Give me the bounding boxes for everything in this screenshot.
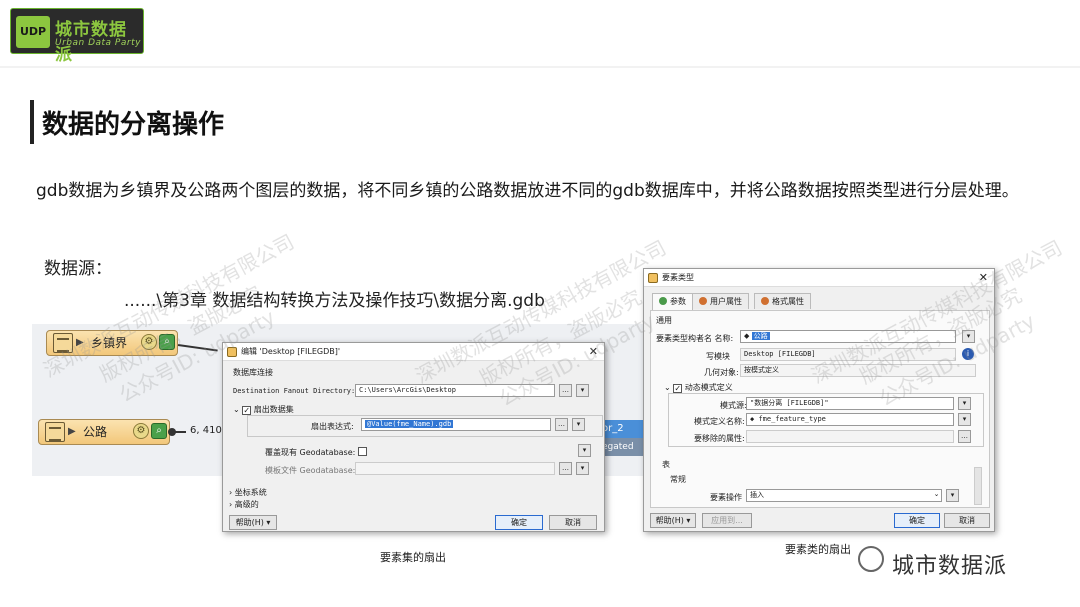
gear-icon[interactable]: ⚙ xyxy=(141,334,157,350)
overwrite-label: 覆盖现有 Geodatabase: xyxy=(265,447,367,458)
schema-def-label: 模式定义名称: xyxy=(694,417,745,426)
writer-label: 写模块 xyxy=(706,352,730,361)
geometry-label: 几何对象: xyxy=(704,368,739,377)
fanout-checkbox[interactable]: ✓ xyxy=(242,406,252,415)
general-section: 通用 xyxy=(656,316,672,325)
fanout-expr-input[interactable]: @Value(fme_Name).gdb xyxy=(361,418,551,431)
scrollbar[interactable] xyxy=(974,467,982,505)
schema-source-label: 模式源: xyxy=(720,401,747,410)
schema-def-input[interactable]: ◆ fme_feature_type xyxy=(746,413,954,426)
writer-icon xyxy=(227,347,237,357)
name-label: 要素类型构者名 名称: xyxy=(656,334,734,343)
fanout-expr-label: 扇出表达式: xyxy=(311,422,354,431)
feature-count: 6, 410 xyxy=(190,425,222,436)
dynamic-checkbox[interactable]: ✓ xyxy=(673,384,683,393)
dropdown-button[interactable]: ▾ xyxy=(576,384,589,397)
title-accent-bar xyxy=(30,100,34,144)
feature-type-road[interactable]: ▶ 公路 ⚙ ⌕ xyxy=(38,419,170,445)
ok-button[interactable]: 确定 xyxy=(894,513,940,528)
cancel-button[interactable]: 取消 xyxy=(549,515,597,530)
slide-description: gdb数据为乡镇界及公路两个图层的数据，将不同乡镇的公路数据放进不同的gdb数据… xyxy=(36,181,1019,201)
inspect-icon[interactable]: ⌕ xyxy=(151,423,167,439)
ignore-attr-input[interactable] xyxy=(746,430,954,443)
chevron-down-icon[interactable]: ⌄ xyxy=(930,489,943,502)
dropdown-button[interactable]: ▾ xyxy=(958,397,971,410)
fanout-toggle[interactable]: ⌄ ✓ 扇出数据集 xyxy=(233,404,294,415)
apply-to-button: 应用到... xyxy=(702,513,752,528)
logo-subtitle: Urban Data Party xyxy=(55,38,141,48)
dropdown-button: ▾ xyxy=(576,462,589,475)
tab-parameters[interactable]: 参数 xyxy=(652,293,693,310)
feature-type-dialog: 要素类型 ✕ 参数 用户属性 格式属性 通用 要素类型构者名 名称: ◆ 公路 … xyxy=(643,268,995,532)
user-attributes-icon xyxy=(699,297,707,305)
feature-type-icon xyxy=(648,273,658,283)
template-input xyxy=(355,462,555,475)
dropdown-button[interactable]: ▾ xyxy=(946,489,959,502)
connection-line xyxy=(177,344,218,352)
close-icon[interactable]: ✕ xyxy=(979,269,988,287)
ok-button[interactable]: 确定 xyxy=(495,515,543,530)
caption-left: 要素集的扇出 xyxy=(380,551,446,564)
format-attributes-icon xyxy=(761,297,769,305)
help-button[interactable]: 帮助(H) ▾ xyxy=(650,513,696,528)
ignore-attr-label: 要移除的属性: xyxy=(694,434,745,443)
dropdown-button[interactable]: ▾ xyxy=(962,330,975,343)
cancel-button[interactable]: 取消 xyxy=(944,513,990,528)
dialog-titlebar: 要素类型 ✕ xyxy=(644,269,994,287)
feature-type-township[interactable]: ▶ 乡镇界 ⚙ ⌕ xyxy=(46,330,178,356)
template-label: 模板文件 Geodatabase: xyxy=(265,466,356,475)
source-path: ......\第3章 数据结构转换方法及操作技巧\数据分离.gdb xyxy=(124,291,545,311)
gear-icon[interactable]: ⚙ xyxy=(133,423,149,439)
group-db-label: 数据库连接 xyxy=(233,368,273,377)
browse-button[interactable]: … xyxy=(958,430,971,443)
dest-label: Destination Fanout Directory: xyxy=(233,387,356,395)
expand-arrow-icon[interactable]: ▶ xyxy=(68,420,76,444)
dialog-titlebar: 编辑 'Desktop [FILEGDB]' ✕ xyxy=(223,343,604,361)
browse-button: … xyxy=(559,462,572,475)
coord-section[interactable]: › 坐标系统 xyxy=(229,487,267,498)
brand-name: 城市数据派 xyxy=(892,554,1008,579)
table-section: 表 xyxy=(662,460,670,469)
feature-type-label: 公路 xyxy=(83,425,108,439)
help-button[interactable]: 帮助(H) ▾ xyxy=(229,515,277,530)
feature-type-label: 乡镇界 xyxy=(91,336,128,350)
dropdown-button[interactable]: ▾ xyxy=(572,418,585,431)
slide-title: 数据的分离操作 xyxy=(42,110,225,140)
dynamic-schema-toggle[interactable]: ⌄ ✓ 动态模式定义 xyxy=(664,382,733,393)
expand-arrow-icon[interactable]: ▶ xyxy=(76,331,84,355)
writer-input: Desktop [FILEGDB] xyxy=(740,348,956,361)
table-icon xyxy=(45,422,65,442)
close-icon[interactable]: ✕ xyxy=(589,343,598,361)
name-input[interactable]: ◆ 公路 xyxy=(740,330,956,343)
dropdown-button[interactable]: ▾ xyxy=(578,444,591,457)
brand-logo: UDP 城市数据派 Urban Data Party xyxy=(10,8,144,65)
caption-right: 要素类的扇出 xyxy=(785,543,851,556)
tab-user-attributes[interactable]: 用户属性 xyxy=(692,293,749,309)
overwrite-checkbox[interactable] xyxy=(357,447,367,456)
dest-dir-input[interactable]: C:\Users\ArcGis\Desktop xyxy=(355,384,555,397)
geometry-select[interactable]: 按模式定义 xyxy=(740,364,976,377)
dropdown-button[interactable]: ▾ xyxy=(958,413,971,426)
browse-button[interactable]: … xyxy=(559,384,572,397)
dialog-title: 要素类型 xyxy=(662,273,694,282)
tab-format-attributes[interactable]: 格式属性 xyxy=(754,293,811,309)
browse-button[interactable]: … xyxy=(555,418,568,431)
operation-label: 要素操作 xyxy=(710,493,742,502)
advanced-section[interactable]: › 高级的 xyxy=(229,499,259,510)
schema-source-input[interactable]: "数据分离 [FILEGDB]" xyxy=(746,397,954,410)
table-icon xyxy=(53,333,73,353)
operation-select[interactable]: 插入 xyxy=(746,489,942,502)
logo-badge: UDP xyxy=(16,16,50,48)
edit-writer-dialog: 编辑 'Desktop [FILEGDB]' ✕ 数据库连接 Destinati… xyxy=(222,342,605,532)
header-divider xyxy=(0,66,1080,68)
wechat-icon xyxy=(858,546,884,572)
parameters-icon xyxy=(659,297,667,305)
common-section: 常规 xyxy=(670,475,686,484)
inspect-icon[interactable]: ⌕ xyxy=(159,334,175,350)
source-label: 数据源： xyxy=(44,259,112,279)
output-port[interactable] xyxy=(168,428,176,436)
dialog-title: 编辑 'Desktop [FILEGDB]' xyxy=(241,347,341,356)
info-icon[interactable]: i xyxy=(962,348,974,360)
